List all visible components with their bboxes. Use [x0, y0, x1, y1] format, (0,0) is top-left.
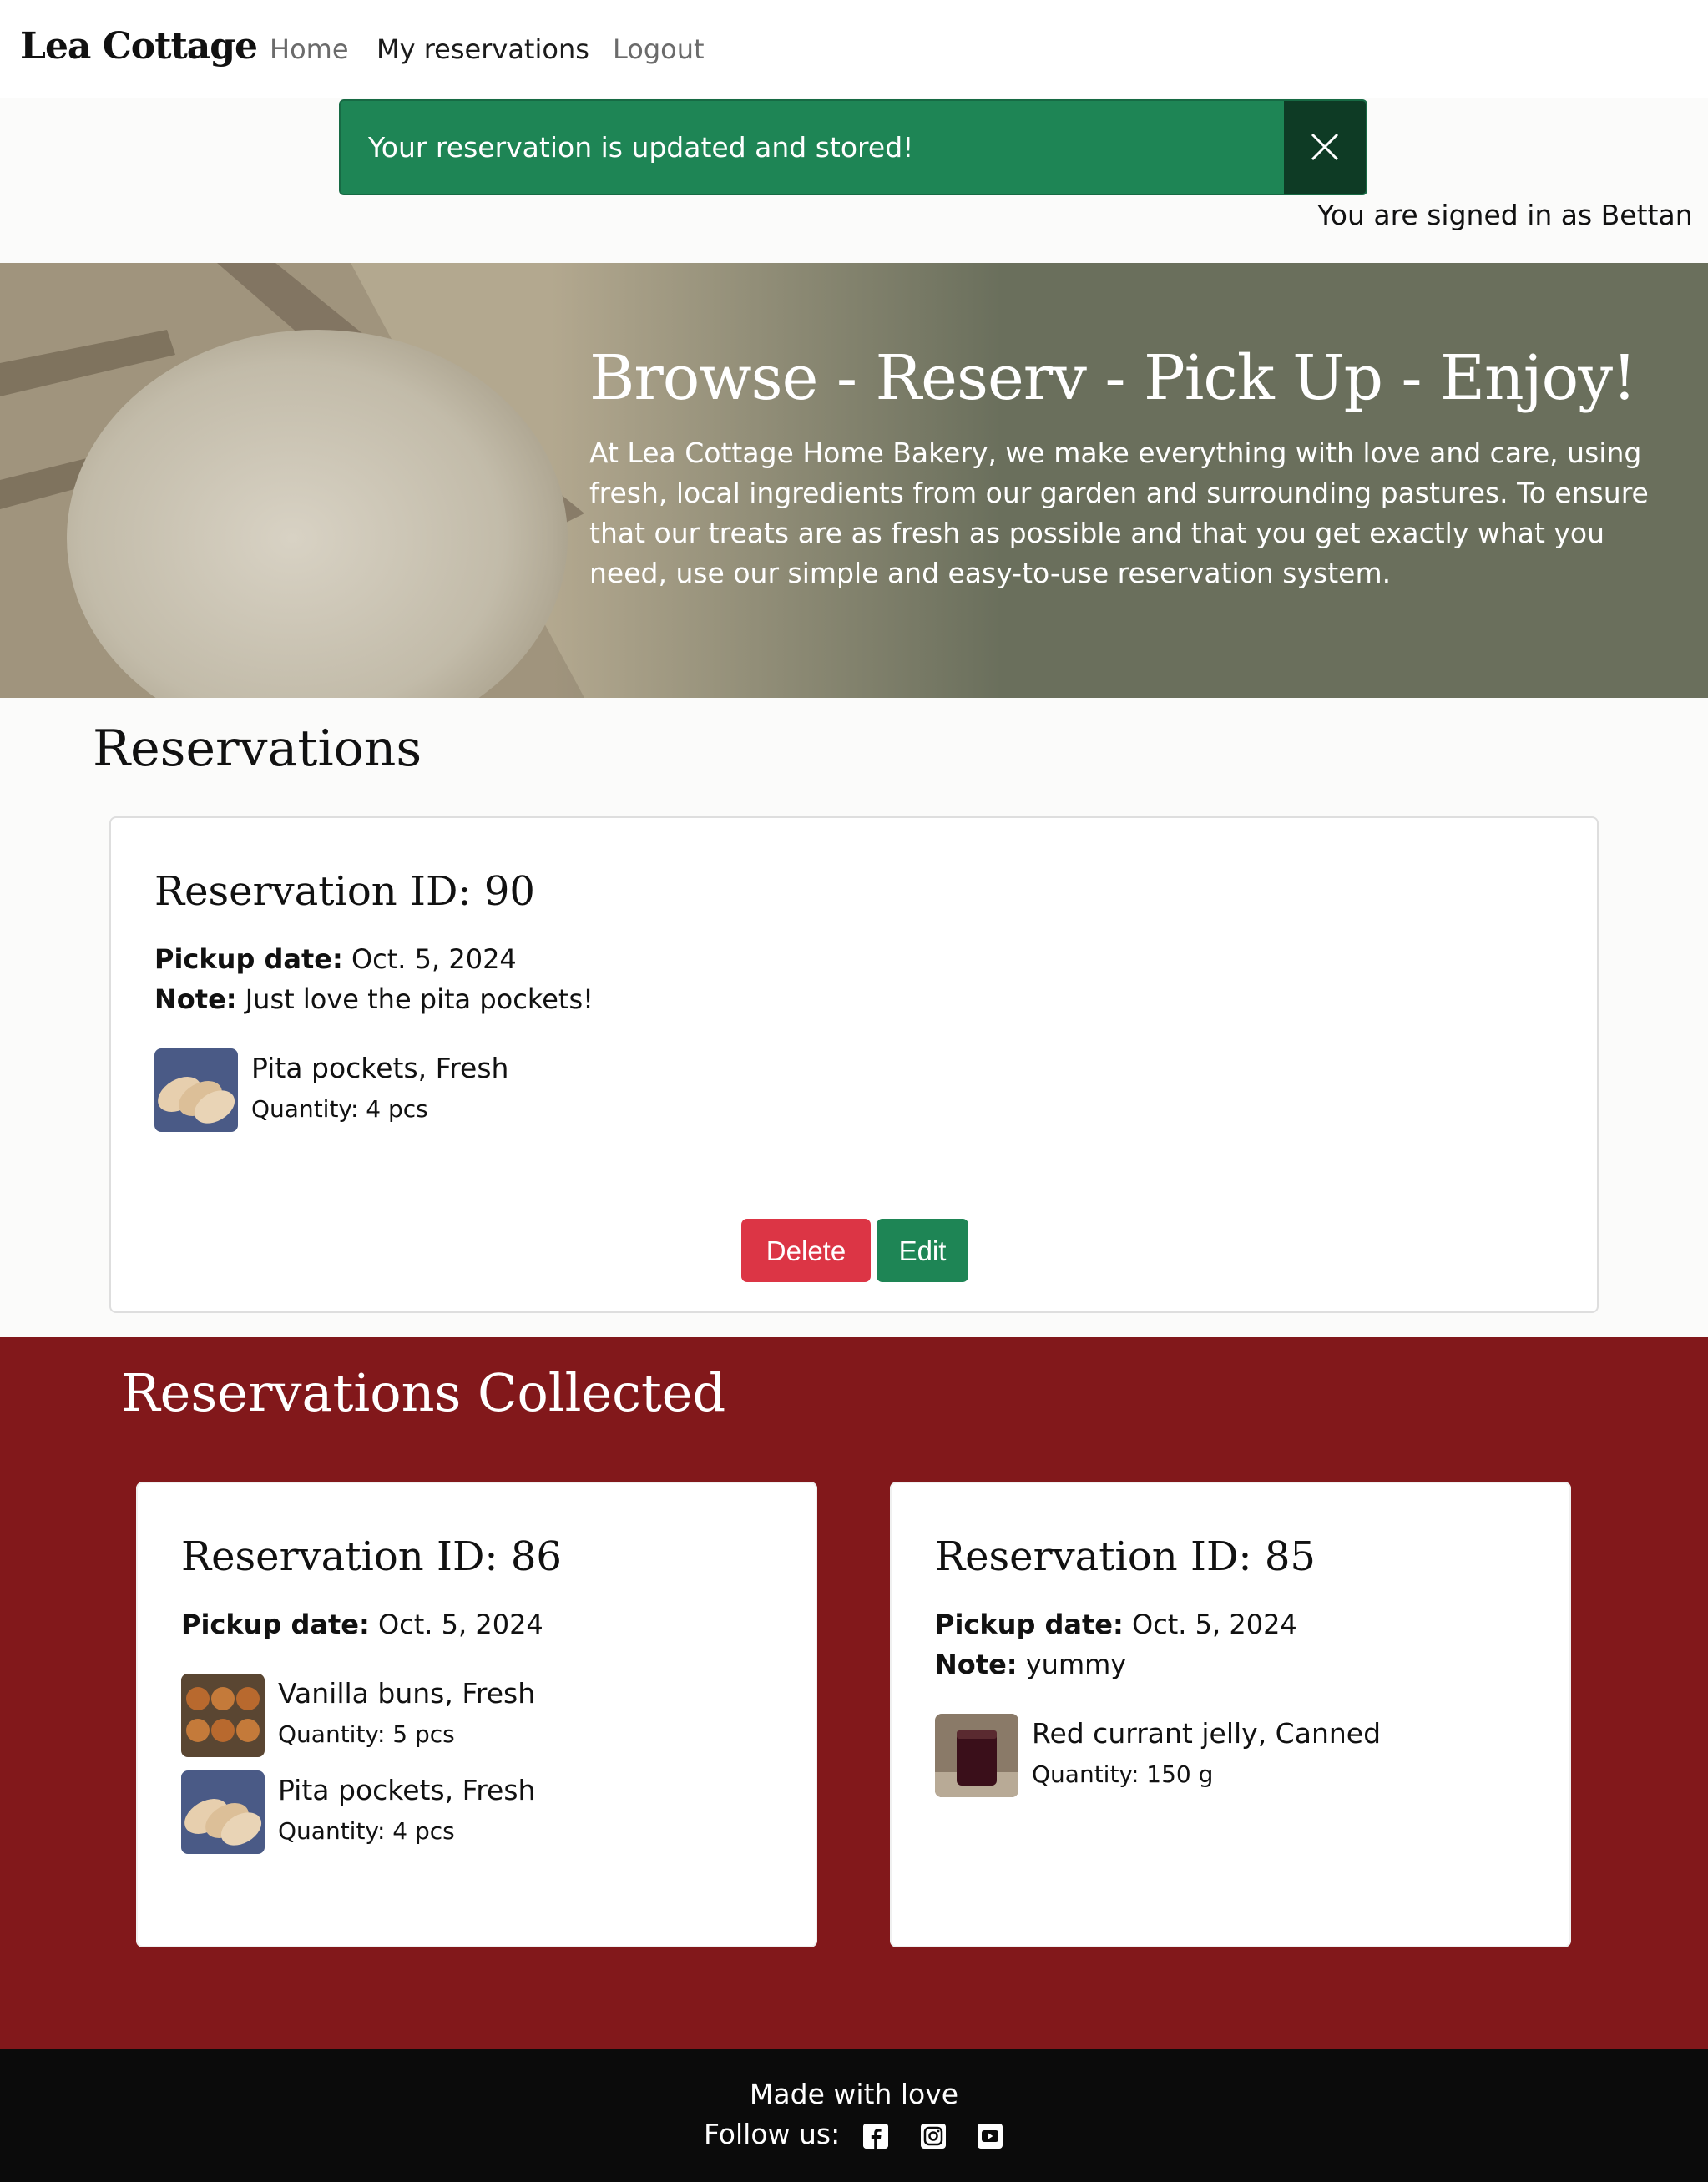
pickup-date-value: Oct. 5, 2024 [351, 943, 517, 975]
reservation-id: Reservation ID: 85 [935, 1533, 1316, 1580]
item-quantity: Quantity: 4 pcs [278, 1817, 455, 1845]
pickup-date-row: Pickup date: Oct. 5, 2024 [154, 943, 517, 975]
pickup-date-row: Pickup date: Oct. 5, 2024 [935, 1609, 1297, 1640]
pickup-date-label: Pickup date: [181, 1609, 370, 1640]
success-alert: Your reservation is updated and stored! [339, 99, 1367, 195]
edit-button[interactable]: Edit [877, 1219, 968, 1282]
pickup-date-label: Pickup date: [154, 943, 343, 975]
hero-description: At Lea Cottage Home Bakery, we make ever… [589, 437, 1649, 589]
item-quantity: Quantity: 150 g [1032, 1760, 1214, 1788]
note-row: Note: yummy [935, 1649, 1126, 1680]
pickup-date-value: Oct. 5, 2024 [377, 1609, 543, 1640]
pickup-date-label: Pickup date: [935, 1609, 1124, 1640]
footer: Made with love Follow us: [0, 2049, 1708, 2182]
nav-my-reservations-link[interactable]: My reservations [376, 33, 589, 65]
delete-button[interactable]: Delete [741, 1219, 871, 1282]
collected-section: Reservations Collected Reservation ID: 8… [0, 1337, 1708, 2049]
vanilla-buns-image [181, 1674, 265, 1757]
footer-tagline: Made with love [749, 2078, 959, 2110]
collected-reservation-card: Reservation ID: 86 Pickup date: Oct. 5, … [136, 1482, 817, 1947]
hero-title: Browse - Reserv - Pick Up - Enjoy! [589, 342, 1637, 414]
pickup-date-row: Pickup date: Oct. 5, 2024 [181, 1609, 543, 1640]
nav-logout-link[interactable]: Logout [613, 33, 705, 65]
alert-close-button[interactable] [1284, 101, 1366, 194]
reservation-card: Reservation ID: 90 Pickup date: Oct. 5, … [109, 816, 1599, 1313]
note-label: Note: [935, 1649, 1018, 1680]
signed-in-status: You are signed in as Bettan [1317, 199, 1693, 231]
brand-logo[interactable]: Lea Cottage [20, 25, 258, 68]
note-label: Note: [154, 983, 237, 1015]
close-icon [1311, 133, 1339, 161]
instagram-icon[interactable] [921, 2124, 946, 2149]
item-name: Pita pockets, Fresh [278, 1774, 536, 1806]
nav-home-link[interactable]: Home [270, 33, 349, 65]
facebook-icon[interactable] [863, 2124, 888, 2149]
red-currant-jelly-image [935, 1714, 1018, 1797]
item-quantity: Quantity: 4 pcs [251, 1095, 428, 1123]
hero-banner: Browse - Reserv - Pick Up - Enjoy! At Le… [0, 263, 1708, 698]
pita-pockets-image [181, 1770, 265, 1854]
note-value: yummy [1025, 1649, 1127, 1680]
reservation-id: Reservation ID: 90 [154, 868, 535, 915]
item-quantity: Quantity: 5 pcs [278, 1720, 455, 1748]
navbar: Lea Cottage Home My reservations Logout [0, 0, 1708, 98]
pita-pockets-image [154, 1048, 238, 1132]
alert-message: Your reservation is updated and stored! [368, 131, 914, 164]
item-name: Pita pockets, Fresh [251, 1052, 509, 1084]
collected-heading: Reservations Collected [121, 1362, 726, 1423]
collected-reservation-card: Reservation ID: 85 Pickup date: Oct. 5, … [890, 1482, 1571, 1947]
note-row: Note: Just love the pita pockets! [154, 983, 594, 1015]
item-name: Vanilla buns, Fresh [278, 1677, 536, 1710]
item-name: Red currant jelly, Canned [1032, 1717, 1382, 1750]
reservation-id: Reservation ID: 86 [181, 1533, 562, 1580]
reservations-heading: Reservations [93, 720, 422, 778]
footer-follow-label: Follow us: [704, 2118, 841, 2150]
pickup-date-value: Oct. 5, 2024 [1131, 1609, 1297, 1640]
note-value: Just love the pita pockets! [245, 983, 594, 1015]
youtube-icon[interactable] [978, 2124, 1003, 2149]
